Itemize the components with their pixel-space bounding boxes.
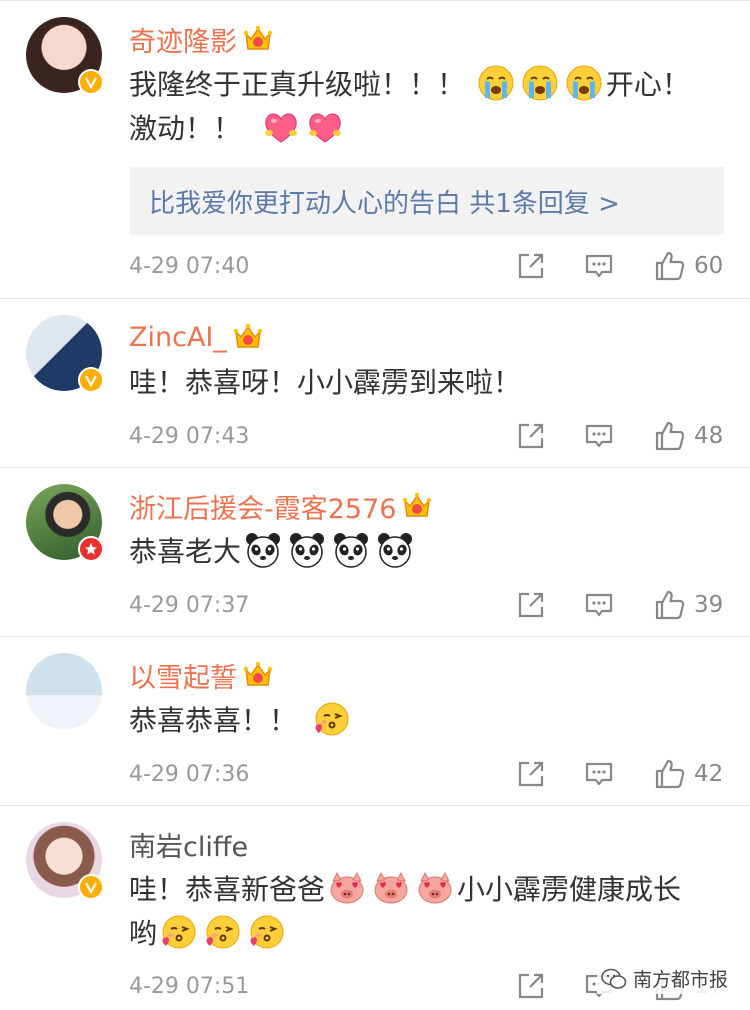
- comment-time: 4-29 07:43: [129, 423, 250, 449]
- like-icon[interactable]: [654, 758, 686, 790]
- comment-time: 4-29 07:40: [129, 253, 250, 279]
- heart-emoji-icon: [262, 108, 300, 146]
- username[interactable]: 以雪起誓: [129, 656, 237, 695]
- username[interactable]: 浙江后援会-霞客2576: [129, 487, 396, 526]
- crown-icon: [243, 661, 273, 689]
- comment-text: 恭喜老大: [129, 530, 730, 574]
- verified-badge-icon: [78, 874, 104, 900]
- comment-text: 恭喜恭喜！！: [129, 699, 730, 743]
- username[interactable]: 奇迹隆影: [129, 20, 237, 59]
- kiss-emoji-icon: [160, 913, 198, 951]
- avatar[interactable]: [26, 17, 104, 95]
- comment-icon[interactable]: [584, 590, 614, 620]
- pig-emoji-icon: [328, 869, 366, 907]
- comment-text: 哇！恭喜新爸爸 小小霹雳健康成长 哟: [129, 868, 730, 956]
- crying-emoji-icon: [477, 64, 515, 102]
- like-icon[interactable]: [654, 250, 686, 282]
- avatar[interactable]: [26, 315, 104, 393]
- reply-preview-link[interactable]: 比我爱你更打动人心的告白 共1条回复 >: [129, 167, 724, 235]
- like-count: 60: [694, 253, 724, 279]
- username[interactable]: ZincAI_: [129, 322, 227, 353]
- pig-emoji-icon: [372, 869, 410, 907]
- comment-text: 哇！恭喜呀！小小霹雳到来啦！: [129, 366, 522, 399]
- panda-emoji-icon: [288, 531, 326, 569]
- comment-item: ZincAI_ 哇！恭喜呀！小小霹雳到来啦！ 4-29 07:43 48: [0, 298, 750, 468]
- comment-icon[interactable]: [584, 759, 614, 789]
- comment-time: 4-29 07:51: [129, 973, 250, 999]
- share-icon[interactable]: [516, 251, 546, 281]
- panda-emoji-icon: [244, 531, 282, 569]
- comment-text: 我隆终于正真升级啦！！！ 开心！ 激动！！: [129, 63, 730, 151]
- like-count: 48: [694, 423, 724, 449]
- like-icon[interactable]: [654, 589, 686, 621]
- share-icon[interactable]: [516, 590, 546, 620]
- pig-emoji-icon: [416, 869, 454, 907]
- heart-emoji-icon: [306, 108, 344, 146]
- like-count: 42: [694, 761, 724, 787]
- comment-time: 4-29 07:36: [129, 761, 250, 787]
- verified-badge-icon: [78, 536, 104, 562]
- watermark-text: 南方都市报: [632, 969, 728, 991]
- comment-icon[interactable]: [584, 251, 614, 281]
- avatar[interactable]: [26, 822, 104, 900]
- share-icon[interactable]: [516, 759, 546, 789]
- crown-icon: [402, 492, 432, 520]
- comment-item: 以雪起誓 恭喜恭喜！！ 4-29 07:36 42: [0, 636, 750, 806]
- like-icon[interactable]: [654, 420, 686, 452]
- username[interactable]: 南岩cliffe: [129, 825, 248, 864]
- watermark: 南方都市报: [596, 963, 732, 994]
- avatar[interactable]: [26, 484, 104, 562]
- comment-item: 奇迹隆影 我隆终于正真升级啦！！！ 开心！ 激动！！ 比我爱你更打动人心的告白 …: [0, 0, 750, 295]
- share-icon[interactable]: [516, 971, 546, 1001]
- comment-item: 浙江后援会-霞客2576 恭喜老大 4-29 07:37 39: [0, 467, 750, 637]
- avatar[interactable]: [26, 653, 102, 729]
- wechat-icon: [601, 968, 627, 989]
- comment-time: 4-29 07:37: [129, 592, 250, 618]
- crying-emoji-icon: [521, 64, 559, 102]
- like-count: 39: [694, 592, 724, 618]
- comment-icon[interactable]: [584, 421, 614, 451]
- crown-icon: [243, 25, 273, 53]
- verified-badge-icon: [78, 69, 104, 95]
- crown-icon: [233, 323, 263, 351]
- panda-emoji-icon: [332, 531, 370, 569]
- share-icon[interactable]: [516, 421, 546, 451]
- crying-emoji-icon: [565, 64, 603, 102]
- kiss-emoji-icon: [204, 913, 242, 951]
- kiss-emoji-icon: [313, 700, 351, 738]
- kiss-emoji-icon: [248, 913, 286, 951]
- panda-emoji-icon: [376, 531, 414, 569]
- verified-badge-icon: [78, 367, 104, 393]
